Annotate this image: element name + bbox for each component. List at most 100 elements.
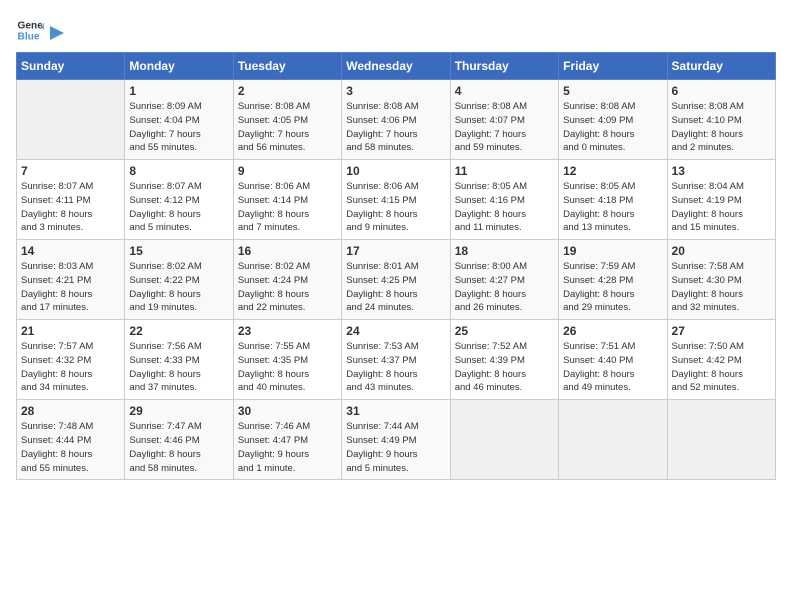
day-cell: 19 Sunrise: 7:59 AM Sunset: 4:28 PM Dayli… <box>559 240 667 320</box>
logo-arrow-icon <box>48 22 66 44</box>
day-cell: 7 Sunrise: 8:07 AM Sunset: 4:11 PM Daylig… <box>17 160 125 240</box>
weekday-header-friday: Friday <box>559 53 667 80</box>
day-cell: 21 Sunrise: 7:57 AM Sunset: 4:32 PM Dayli… <box>17 320 125 400</box>
day-number: 28 <box>21 404 120 418</box>
weekday-header-saturday: Saturday <box>667 53 775 80</box>
day-cell <box>559 400 667 480</box>
day-info: Sunrise: 8:08 AM Sunset: 4:10 PM Dayligh… <box>672 100 771 155</box>
day-cell: 17Sunrise: 8:01 AM Sunset: 4:25 PM Dayli… <box>342 240 450 320</box>
day-number: 6 <box>672 84 771 98</box>
day-info: Sunrise: 8:02 AM Sunset: 4:22 PM Dayligh… <box>129 260 228 315</box>
day-number: 12 <box>563 164 662 178</box>
week-row-2: 7 Sunrise: 8:07 AM Sunset: 4:11 PM Daylig… <box>17 160 776 240</box>
day-number: 18 <box>455 244 554 258</box>
day-number: 7 <box>21 164 120 178</box>
day-number: 4 <box>455 84 554 98</box>
day-cell: 18Sunrise: 8:00 AM Sunset: 4:27 PM Dayli… <box>450 240 558 320</box>
day-info: Sunrise: 8:07 AM Sunset: 4:11 PM Dayligh… <box>21 180 120 235</box>
day-info: Sunrise: 7:58 AM Sunset: 4:30 PM Dayligh… <box>672 260 771 315</box>
day-info: Sunrise: 7:53 AM Sunset: 4:37 PM Dayligh… <box>346 340 445 395</box>
weekday-header-sunday: Sunday <box>17 53 125 80</box>
day-number: 17 <box>346 244 445 258</box>
day-number: 10 <box>346 164 445 178</box>
day-cell: 12 Sunrise: 8:05 AM Sunset: 4:18 PM Dayli… <box>559 160 667 240</box>
day-number: 11 <box>455 164 554 178</box>
day-number: 30 <box>238 404 337 418</box>
day-cell: 25Sunrise: 7:52 AM Sunset: 4:39 PM Dayli… <box>450 320 558 400</box>
week-row-1: 1 Sunrise: 8:09 AM Sunset: 4:04 PM Daylig… <box>17 80 776 160</box>
day-cell: 28 Sunrise: 7:48 AM Sunset: 4:44 PM Dayli… <box>17 400 125 480</box>
day-number: 9 <box>238 164 337 178</box>
day-info: Sunrise: 7:51 AM Sunset: 4:40 PM Dayligh… <box>563 340 662 395</box>
week-row-4: 21 Sunrise: 7:57 AM Sunset: 4:32 PM Dayli… <box>17 320 776 400</box>
calendar-container: General Blue SundayMondayTuesdayWed <box>0 0 792 492</box>
header: General Blue <box>16 16 776 44</box>
day-cell: 13Sunrise: 8:04 AM Sunset: 4:19 PM Dayli… <box>667 160 775 240</box>
day-cell: 26 Sunrise: 7:51 AM Sunset: 4:40 PM Dayli… <box>559 320 667 400</box>
day-cell: 20Sunrise: 7:58 AM Sunset: 4:30 PM Dayli… <box>667 240 775 320</box>
day-info: Sunrise: 8:04 AM Sunset: 4:19 PM Dayligh… <box>672 180 771 235</box>
day-number: 27 <box>672 324 771 338</box>
day-number: 16 <box>238 244 337 258</box>
day-cell: 4Sunrise: 8:08 AM Sunset: 4:07 PM Daylig… <box>450 80 558 160</box>
svg-text:Blue: Blue <box>18 31 40 42</box>
weekday-header-tuesday: Tuesday <box>233 53 341 80</box>
day-info: Sunrise: 8:03 AM Sunset: 4:21 PM Dayligh… <box>21 260 120 315</box>
day-cell <box>667 400 775 480</box>
day-cell: 30 Sunrise: 7:46 AM Sunset: 4:47 PM Dayli… <box>233 400 341 480</box>
day-number: 5 <box>563 84 662 98</box>
day-info: Sunrise: 8:05 AM Sunset: 4:18 PM Dayligh… <box>563 180 662 235</box>
logo: General Blue <box>16 16 66 44</box>
day-cell: 31 Sunrise: 7:44 AM Sunset: 4:49 PM Dayli… <box>342 400 450 480</box>
day-number: 15 <box>129 244 228 258</box>
day-cell: 5Sunrise: 8:08 AM Sunset: 4:09 PM Daylig… <box>559 80 667 160</box>
day-cell: 16Sunrise: 8:02 AM Sunset: 4:24 PM Dayli… <box>233 240 341 320</box>
day-cell: 9 Sunrise: 8:06 AM Sunset: 4:14 PM Daylig… <box>233 160 341 240</box>
day-info: Sunrise: 7:57 AM Sunset: 4:32 PM Dayligh… <box>21 340 120 395</box>
week-row-5: 28 Sunrise: 7:48 AM Sunset: 4:44 PM Dayli… <box>17 400 776 480</box>
day-cell <box>17 80 125 160</box>
day-number: 23 <box>238 324 337 338</box>
day-number: 1 <box>129 84 228 98</box>
day-number: 31 <box>346 404 445 418</box>
day-cell: 22 Sunrise: 7:56 AM Sunset: 4:33 PM Dayli… <box>125 320 233 400</box>
day-number: 2 <box>238 84 337 98</box>
day-info: Sunrise: 7:46 AM Sunset: 4:47 PM Dayligh… <box>238 420 337 475</box>
day-info: Sunrise: 8:07 AM Sunset: 4:12 PM Dayligh… <box>129 180 228 235</box>
svg-text:General: General <box>18 20 44 31</box>
day-number: 3 <box>346 84 445 98</box>
day-number: 24 <box>346 324 445 338</box>
day-info: Sunrise: 7:50 AM Sunset: 4:42 PM Dayligh… <box>672 340 771 395</box>
day-number: 26 <box>563 324 662 338</box>
day-number: 19 <box>563 244 662 258</box>
day-info: Sunrise: 8:06 AM Sunset: 4:14 PM Dayligh… <box>238 180 337 235</box>
day-info: Sunrise: 7:56 AM Sunset: 4:33 PM Dayligh… <box>129 340 228 395</box>
day-info: Sunrise: 7:55 AM Sunset: 4:35 PM Dayligh… <box>238 340 337 395</box>
day-cell <box>450 400 558 480</box>
day-info: Sunrise: 7:44 AM Sunset: 4:49 PM Dayligh… <box>346 420 445 475</box>
day-cell: 10Sunrise: 8:06 AM Sunset: 4:15 PM Dayli… <box>342 160 450 240</box>
calendar-table: SundayMondayTuesdayWednesdayThursdayFrid… <box>16 52 776 480</box>
day-info: Sunrise: 7:47 AM Sunset: 4:46 PM Dayligh… <box>129 420 228 475</box>
day-cell: 27 Sunrise: 7:50 AM Sunset: 4:42 PM Dayli… <box>667 320 775 400</box>
day-info: Sunrise: 8:08 AM Sunset: 4:06 PM Dayligh… <box>346 100 445 155</box>
day-number: 21 <box>21 324 120 338</box>
day-number: 22 <box>129 324 228 338</box>
weekday-header-wednesday: Wednesday <box>342 53 450 80</box>
day-cell: 1 Sunrise: 8:09 AM Sunset: 4:04 PM Daylig… <box>125 80 233 160</box>
day-info: Sunrise: 7:59 AM Sunset: 4:28 PM Dayligh… <box>563 260 662 315</box>
week-row-3: 14Sunrise: 8:03 AM Sunset: 4:21 PM Dayli… <box>17 240 776 320</box>
day-cell: 14Sunrise: 8:03 AM Sunset: 4:21 PM Dayli… <box>17 240 125 320</box>
day-info: Sunrise: 8:08 AM Sunset: 4:05 PM Dayligh… <box>238 100 337 155</box>
day-info: Sunrise: 7:48 AM Sunset: 4:44 PM Dayligh… <box>21 420 120 475</box>
day-number: 29 <box>129 404 228 418</box>
day-cell: 8Sunrise: 8:07 AM Sunset: 4:12 PM Daylig… <box>125 160 233 240</box>
weekday-header-monday: Monday <box>125 53 233 80</box>
day-cell: 15 Sunrise: 8:02 AM Sunset: 4:22 PM Dayli… <box>125 240 233 320</box>
day-cell: 23 Sunrise: 7:55 AM Sunset: 4:35 PM Dayli… <box>233 320 341 400</box>
logo-icon: General Blue <box>16 16 44 44</box>
day-info: Sunrise: 8:05 AM Sunset: 4:16 PM Dayligh… <box>455 180 554 235</box>
day-cell: 6 Sunrise: 8:08 AM Sunset: 4:10 PM Daylig… <box>667 80 775 160</box>
day-info: Sunrise: 8:09 AM Sunset: 4:04 PM Dayligh… <box>129 100 228 155</box>
weekday-header-row: SundayMondayTuesdayWednesdayThursdayFrid… <box>17 53 776 80</box>
